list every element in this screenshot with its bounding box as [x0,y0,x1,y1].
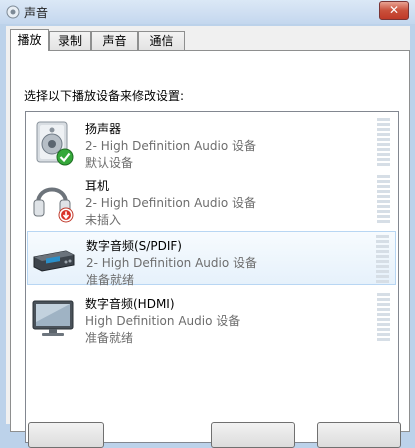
close-icon: ✕ [388,3,400,17]
tab-communications[interactable]: 通信 [138,31,185,50]
device-item-speakers[interactable]: 扬声器 2- High Definition Audio 设备 默认设备 [27,115,396,170]
speaker-icon [36,121,74,166]
device-name: 数字音频(HDMI) [85,297,175,311]
device-name: 耳机 [85,179,110,193]
headphones-icon [33,187,74,223]
tab-playback[interactable]: 播放 [10,29,49,51]
volume-meter [377,175,390,223]
tab-sounds[interactable]: 声音 [91,31,138,50]
instruction-label: 选择以下播放设备来修改设置: [24,89,185,103]
volume-meter [377,293,390,341]
device-status: 默认设备 [85,156,134,170]
device-description: 2- High Definition Audio 设备 [85,139,257,153]
device-item-headphones[interactable]: 耳机 2- High Definition Audio 设备 未插入 [27,172,396,227]
configure-button[interactable] [28,422,104,448]
title-bar: 声音 ✕ [0,0,415,24]
volume-meter [376,235,389,283]
volume-meter [377,118,390,166]
device-item-spdif[interactable]: 数字音频(S/PDIF) 2- High Definition Audio 设备… [27,231,396,287]
device-description: 2- High Definition Audio 设备 [85,196,257,210]
spdif-device-icon [33,250,75,272]
tab-recording[interactable]: 录制 [49,31,91,50]
device-list[interactable]: 扬声器 2- High Definition Audio 设备 默认设备 耳机 … [25,111,399,443]
window-title: 声音 [24,6,49,20]
device-description: 2- High Definition Audio 设备 [86,256,258,270]
device-name: 扬声器 [85,122,122,136]
set-default-button[interactable] [211,422,295,448]
device-description: High Definition Audio 设备 [85,314,241,328]
device-status: 准备就绪 [86,273,135,287]
device-status: 未插入 [85,213,122,227]
device-name: 数字音频(S/PDIF) [86,239,182,253]
device-item-hdmi[interactable]: 数字音频(HDMI) High Definition Audio 设备 准备就绪 [27,290,396,345]
device-status: 准备就绪 [85,331,134,345]
properties-button[interactable] [317,422,401,448]
close-button[interactable]: ✕ [379,1,409,20]
monitor-icon [32,300,74,336]
dialog-body: 播放 录制 声音 通信 选择以下播放设备来修改设置: 扬声器 2- High D… [6,26,410,448]
speaker-app-icon [6,5,20,19]
tab-panel: 选择以下播放设备来修改设置: 扬声器 2- High Definition Au… [10,50,410,443]
